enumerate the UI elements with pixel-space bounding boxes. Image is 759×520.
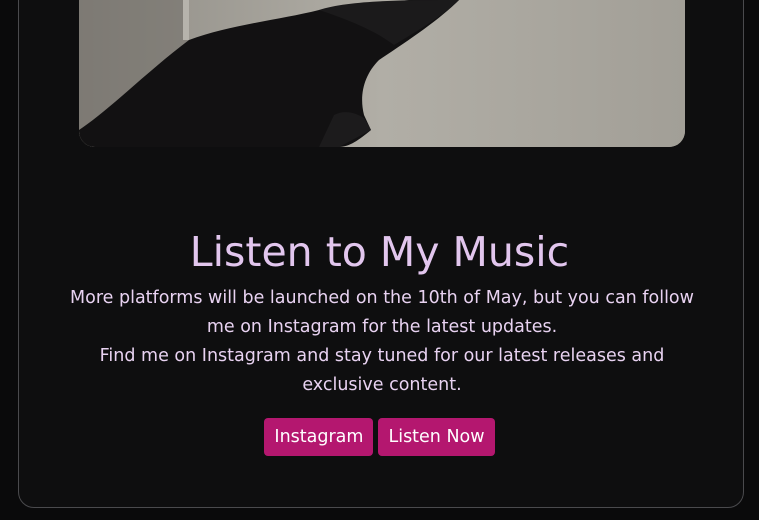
listen-now-button[interactable]: Listen Now <box>378 418 495 456</box>
section-title: Listen to My Music <box>189 228 570 276</box>
description-line-1: More platforms will be launched on the 1… <box>70 288 694 337</box>
instagram-button[interactable]: Instagram <box>264 418 374 456</box>
description-line-2: Find me on Instagram and stay tuned for … <box>99 346 665 395</box>
artist-photo <box>79 0 685 147</box>
button-group: Instagram Listen Now <box>0 418 759 456</box>
section-description: More platforms will be launched on the 1… <box>70 284 694 400</box>
